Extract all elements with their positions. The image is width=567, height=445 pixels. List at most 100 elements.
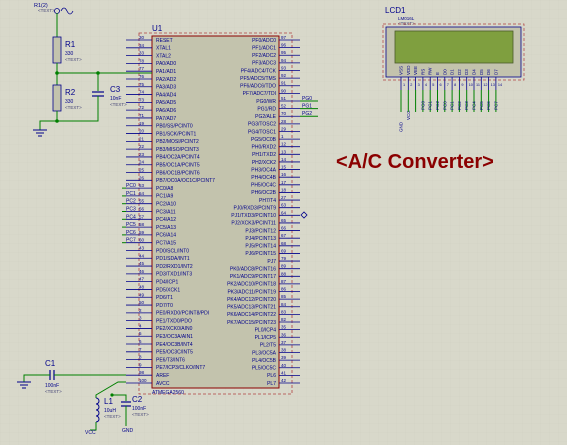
pin-name: PE2/XCK0/AIN0	[156, 326, 193, 332]
gnd-label: GND	[122, 428, 134, 434]
pin-name: PH0/RXD2	[252, 145, 277, 151]
pin-name: PB6/OC1B/PCINT6	[156, 170, 200, 176]
pin-number: 60	[139, 238, 145, 243]
pin-number: 48	[139, 284, 145, 289]
pin-number: 33	[139, 51, 145, 56]
pin-name: PA3/AD3	[156, 85, 176, 91]
pin-name: PC6/A14	[156, 233, 176, 239]
pin-name: PK0/ADC8/PCINT16	[230, 266, 276, 272]
pin-number: 92	[281, 73, 287, 78]
pin-name: PF2/ADC2	[252, 53, 276, 59]
pin-number: 22	[139, 144, 145, 149]
pin-name: XTAL1	[156, 46, 171, 52]
pin-number: 19	[139, 121, 145, 126]
pin-name: PL1/ICP5	[255, 335, 277, 341]
pin-number: 67	[281, 233, 287, 238]
lcd-pin-name: VDD	[406, 65, 411, 75]
lcd-pin-name: D0	[442, 69, 447, 75]
lcd-pin-name: VSS	[399, 66, 404, 75]
pin-name: PE3/OC3A/AIN1	[156, 334, 193, 340]
lcd-pin-name: E	[435, 72, 440, 75]
l1-text: <TEXT>	[104, 414, 121, 419]
pin-name: PA4/AD4	[156, 92, 176, 98]
net-label: PC6	[126, 230, 136, 236]
pin-number: 37	[281, 340, 287, 345]
pin-number: 18	[281, 187, 287, 192]
pin-number: 38	[281, 348, 287, 353]
pin-number: 40	[281, 363, 287, 368]
pin-number: 50	[139, 300, 145, 305]
lcd-pin-name: RS	[420, 69, 425, 75]
pin-name: PG0/WR	[256, 99, 276, 105]
lcd-pin-name: D5	[479, 69, 484, 75]
pin-name: PK2/ADC10/PCINT18	[227, 282, 276, 288]
pin-number: 73	[139, 97, 145, 102]
pin-number: 53	[139, 183, 145, 188]
pin-number: 20	[139, 129, 145, 134]
pin-name: PK6/ADC14/PCINT22	[227, 312, 276, 318]
lcd-gnd-label: GND	[399, 121, 404, 132]
pin-name: PH1/TXD2	[252, 152, 276, 158]
pin-number: 34	[139, 43, 145, 48]
page-title: <A/C Converter>	[336, 151, 494, 173]
pin-name: PB7/OC0A/OC1C/PCINT7	[156, 178, 215, 184]
schematic-canvas[interactable]: U1 ATMEGA2560 30RESET34XTAL133XTAL278PA0…	[0, 0, 567, 445]
pin-name: RESET	[156, 38, 173, 44]
pin-name: PJ2/XCK3/PCINT11	[231, 221, 276, 227]
net-label: PC7	[126, 238, 136, 244]
pin-name: PE7/ICP3/CLKO/INT7	[156, 365, 205, 371]
pin-name: PG5/OC0B	[251, 137, 277, 143]
pin-name: PL0/ICP4	[255, 327, 277, 333]
pin-name: PF0/ADC0	[252, 38, 276, 44]
pin-number: 29	[281, 126, 287, 131]
mcu-chip[interactable]: U1 ATMEGA2560 30 RESET 34 XTAL1 33 XTAL2 78 PA0…	[126, 24, 300, 396]
pin-name: PL5/OC5C	[252, 366, 277, 372]
pin-number: 14	[281, 157, 287, 162]
pin-name: PA1/AD1	[156, 69, 176, 75]
pin-number: 56	[139, 207, 145, 212]
pin-name: PF7/ADC7/TDI	[243, 91, 276, 97]
pin-name: PC5/A13	[156, 225, 176, 231]
pin-name: PE4/OC3B/INT4	[156, 342, 193, 348]
c1-text: <TEXT>	[45, 389, 62, 394]
pin-number: 58	[139, 222, 145, 227]
pin-number: 42	[281, 378, 287, 383]
r1-text: <TEXT>	[65, 57, 82, 62]
pin-number: 69	[281, 248, 287, 253]
lcd-net-label: PC1	[450, 101, 455, 110]
pin-name: PL3/OC5A	[252, 350, 277, 356]
pin-number: 74	[139, 90, 145, 95]
pin-number: 89	[281, 264, 287, 269]
lcd-pin-number: 14	[498, 83, 502, 87]
pin-number: 21	[139, 136, 145, 141]
pin-number: 28	[281, 119, 287, 124]
lcd-pin-number: 9	[461, 83, 463, 87]
pin-name: PD4/ICP1	[156, 279, 178, 285]
pin-number: 26	[139, 175, 145, 180]
c2-text: <TEXT>	[132, 412, 149, 417]
pin-name: PH6/OC2B	[251, 190, 276, 196]
lcd-pin-number: 12	[483, 83, 487, 87]
pin-name: PK3/ADC11/PCINT19	[227, 289, 276, 295]
pin-name: PG3/TOSC2	[248, 122, 276, 128]
c2-ref: C2	[132, 395, 143, 404]
pin-number: 84	[281, 302, 287, 307]
pin-number: 75	[139, 82, 145, 87]
pin-name: PJ5/PCINT14	[245, 244, 276, 250]
pin-name: PD3/TXD1/INT3	[156, 272, 192, 278]
pin-number: 23	[139, 152, 145, 157]
pin-name: PJ3/PCINT12	[245, 228, 276, 234]
pin-number: 35	[281, 325, 287, 330]
lcd-pin-number: 8	[454, 83, 456, 87]
pin-name: PE1/TXD0/PDO	[156, 318, 192, 324]
pin-name: PE5/OC3C/INT5	[156, 350, 193, 356]
pin-name: PB1/SCK/PCINT1	[156, 131, 197, 137]
pin-name: PA7/AD7	[156, 116, 176, 122]
pin-number: 27	[281, 195, 287, 200]
pin-name: PG4/TOSC1	[248, 129, 276, 135]
net-label: PC4	[126, 214, 136, 220]
r1-ref: R1	[65, 40, 76, 49]
pin-number: 85	[281, 294, 287, 299]
pin-number: 94	[281, 58, 287, 63]
net-label: PG0	[302, 96, 312, 102]
